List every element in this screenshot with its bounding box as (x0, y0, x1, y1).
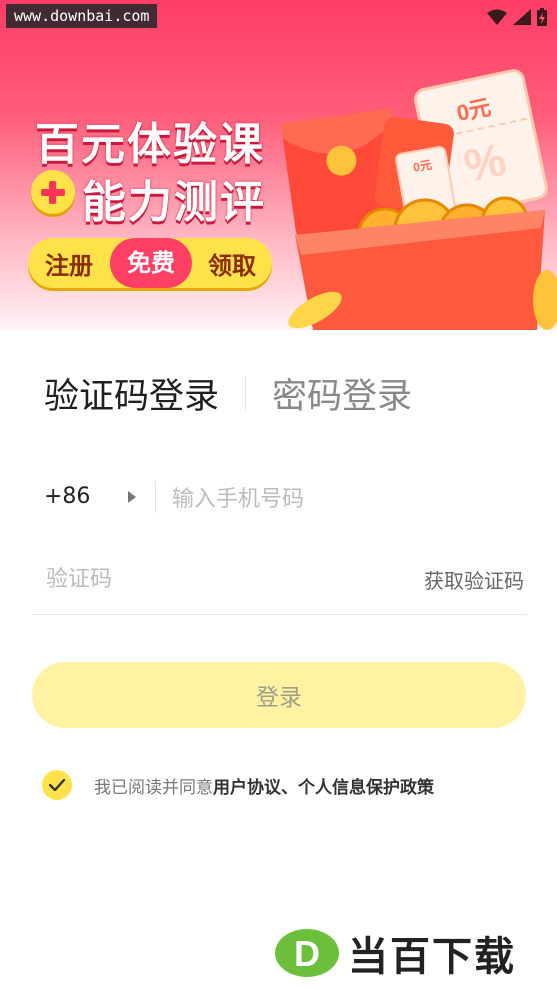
login-mode-tabs: 验证码登录 密码登录 (44, 368, 412, 418)
agreement-text: 我已阅读并同意 (94, 777, 213, 798)
agreement-row: 我已阅读并同意 用户协议、个人信息保护政策 (42, 770, 434, 800)
watermark-url: www.downbai.com (6, 4, 158, 28)
promo-banner[interactable]: www.downbai.com 百元体验课 能力测评 注册 免费 领取 0元 %… (0, 0, 557, 330)
plus-icon (31, 170, 75, 214)
agreement-checkbox[interactable] (42, 770, 72, 800)
gift-box-illustration: 0元 % 0元 ¥ ¥ ¥ (280, 69, 557, 330)
country-code-selector[interactable]: +86 (44, 484, 90, 509)
logo-mark-letter: D (294, 933, 320, 974)
verification-code-input[interactable] (44, 560, 348, 598)
logo-name: 当百下载 (348, 934, 516, 980)
register-free-pill[interactable]: 注册 免费 领取 (28, 238, 272, 288)
login-button[interactable]: 登录 (32, 662, 526, 728)
wifi-icon (487, 9, 507, 25)
phone-divider (155, 481, 156, 513)
logo-mark: D (274, 928, 340, 978)
signal-icon (513, 9, 531, 25)
status-bar-icons (487, 8, 547, 26)
phone-row: +86 (32, 470, 526, 528)
get-code-button[interactable]: 获取验证码 (424, 565, 524, 594)
pill-claim: 领取 (208, 251, 256, 280)
triangle-right-icon[interactable] (128, 491, 136, 503)
pill-register: 注册 (45, 251, 93, 280)
promo-title: 百元体验课 (35, 119, 265, 170)
phone-input[interactable] (170, 480, 514, 518)
tab-divider (245, 376, 247, 410)
tab-password-login[interactable]: 密码登录 (272, 368, 412, 419)
pill-free: 免费 (110, 238, 192, 288)
agreement-policy-link[interactable]: 用户协议、个人信息保护政策 (213, 773, 434, 798)
promo-subtitle: 能力测评 (82, 177, 266, 228)
site-watermark-logo: D 当百下载 (274, 924, 516, 982)
tab-code-login[interactable]: 验证码登录 (44, 368, 219, 419)
code-row: 获取验证码 (32, 548, 526, 615)
checkmark-icon (49, 779, 65, 791)
battery-charging-icon (537, 8, 547, 26)
